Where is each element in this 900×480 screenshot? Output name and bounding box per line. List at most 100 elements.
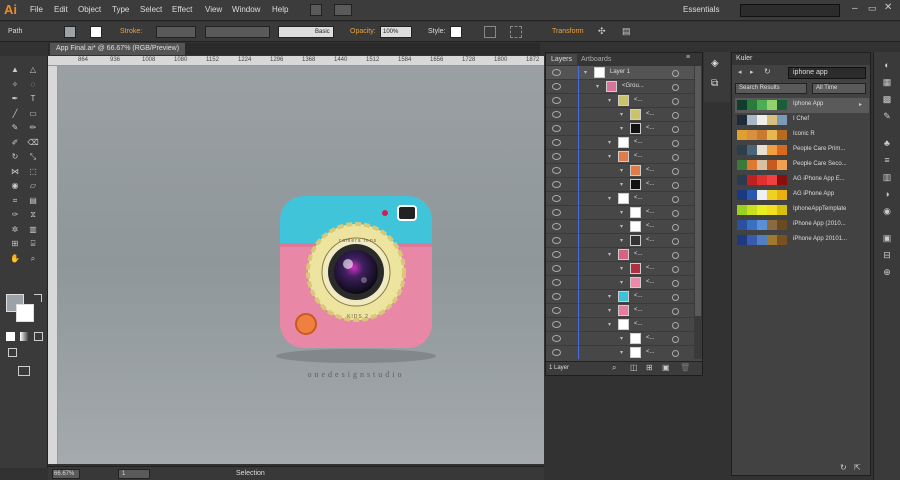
visibility-eye-icon[interactable]: [552, 97, 561, 104]
target-circle-icon[interactable]: [672, 70, 679, 77]
gradient-mode-icon[interactable]: [20, 332, 29, 341]
stroke-panel-icon[interactable]: ≡: [881, 155, 893, 165]
visibility-eye-icon[interactable]: [552, 349, 561, 356]
menu-effect[interactable]: Effect: [172, 5, 192, 14]
target-circle-icon[interactable]: [672, 168, 679, 175]
layer-row[interactable]: ▾ <...: [546, 178, 694, 192]
expand-triangle-icon[interactable]: ▾: [596, 83, 599, 90]
kuler-theme-row[interactable]: IphoneAppTemplate: [735, 203, 869, 218]
visibility-eye-icon[interactable]: [552, 237, 561, 244]
expand-triangle-icon[interactable]: ▾: [608, 251, 611, 258]
layer-row[interactable]: ▾ Layer 1: [546, 66, 694, 80]
menu-window[interactable]: Window: [232, 5, 260, 14]
layer-row[interactable]: ▾ <...: [546, 164, 694, 178]
target-circle-icon[interactable]: [672, 294, 679, 301]
color-panel-icon[interactable]: ◐: [881, 60, 893, 70]
visibility-eye-icon[interactable]: [552, 125, 561, 132]
slice-tool-icon[interactable]: ⌸: [26, 238, 40, 249]
rotate-tool-icon[interactable]: ↻: [8, 151, 22, 162]
expand-triangle-icon[interactable]: ▾: [620, 167, 623, 174]
mesh-tool-icon[interactable]: ⌗: [8, 195, 22, 206]
color-guide-icon[interactable]: ▦: [881, 77, 893, 87]
pathfinder-icon[interactable]: ⊕: [881, 267, 893, 277]
forward-icon[interactable]: ▸: [750, 68, 754, 76]
target-circle-icon[interactable]: [672, 350, 679, 357]
expand-triangle-icon[interactable]: ▾: [620, 237, 623, 244]
target-circle-icon[interactable]: [672, 280, 679, 287]
workspace-switcher[interactable]: Essentials: [683, 5, 719, 14]
zoom-select[interactable]: 66.67%: [52, 469, 80, 479]
kuler-time-select[interactable]: All Time: [812, 83, 866, 94]
rectangle-tool-icon[interactable]: ▭: [26, 108, 40, 119]
expand-triangle-icon[interactable]: ▾: [608, 153, 611, 160]
zoom-tool-icon[interactable]: ⌕: [26, 253, 40, 264]
kuler-theme-row[interactable]: iPhone App (2010...: [735, 218, 869, 233]
layer-row[interactable]: ▾ <...: [546, 94, 694, 108]
target-circle-icon[interactable]: [672, 140, 679, 147]
target-circle-icon[interactable]: [672, 308, 679, 315]
hand-tool-icon[interactable]: ✋: [8, 253, 22, 264]
layer-row[interactable]: ▾ <...: [546, 248, 694, 262]
target-circle-icon[interactable]: [672, 98, 679, 105]
expand-triangle-icon[interactable]: ▾: [620, 335, 623, 342]
swatches-icon[interactable]: ▩: [881, 94, 893, 104]
brushes-icon[interactable]: ✎: [881, 111, 893, 121]
draw-mode-icon[interactable]: [8, 348, 17, 357]
perspective-tool-icon[interactable]: ▱: [26, 180, 40, 191]
expand-triangle-icon[interactable]: ▾: [620, 125, 623, 132]
search-input[interactable]: [740, 4, 840, 17]
layer-row[interactable]: ▾ <Grou...: [546, 80, 694, 94]
variable-width-profile[interactable]: [205, 26, 270, 38]
align-icon[interactable]: [510, 26, 522, 38]
layer-row[interactable]: ▾ <...: [546, 304, 694, 318]
blob-brush-tool-icon[interactable]: ✐: [8, 137, 22, 148]
refresh-icon[interactable]: ↻: [764, 67, 771, 76]
delete-layer-icon[interactable]: 🗑: [680, 363, 690, 372]
layer-row[interactable]: ▾ <...: [546, 262, 694, 276]
gradient-panel-icon[interactable]: ▥: [881, 172, 893, 182]
scale-tool-icon[interactable]: ⤡: [26, 151, 40, 162]
target-circle-icon[interactable]: [672, 252, 679, 259]
close-icon[interactable]: ✕: [884, 2, 892, 13]
artboards-icon[interactable]: ⧉: [711, 78, 718, 89]
artboard-number-input[interactable]: 1: [118, 469, 150, 479]
new-sublayer-icon[interactable]: ⊞: [646, 363, 653, 372]
menu-file[interactable]: File: [30, 5, 43, 14]
target-circle-icon[interactable]: [672, 126, 679, 133]
visibility-eye-icon[interactable]: [552, 265, 561, 272]
expand-triangle-icon[interactable]: ▾: [620, 265, 623, 272]
expand-triangle-icon[interactable]: ▾: [608, 321, 611, 328]
visibility-eye-icon[interactable]: [552, 223, 561, 230]
layer-row[interactable]: ▾ <...: [546, 136, 694, 150]
layer-row[interactable]: ▾ <...: [546, 206, 694, 220]
document-tab[interactable]: App Final.ai* @ 66.67% (RGB/Preview): [50, 43, 186, 55]
expand-triangle-icon[interactable]: ▾: [620, 223, 623, 230]
expand-triangle-icon[interactable]: ▾: [584, 69, 587, 76]
layer-row[interactable]: ▾ <...: [546, 290, 694, 304]
target-circle-icon[interactable]: [672, 224, 679, 231]
artboard-canvas[interactable]: camera lens KIDS 2 onedesignstudio: [58, 66, 544, 464]
appearance-panel-icon[interactable]: ◉: [881, 206, 893, 216]
visibility-eye-icon[interactable]: [552, 195, 561, 202]
eyedropper-tool-icon[interactable]: ✑: [8, 209, 22, 220]
stroke-weight-input[interactable]: [156, 26, 196, 38]
target-circle-icon[interactable]: [672, 112, 679, 119]
kuler-refresh-icon[interactable]: ↻: [840, 463, 847, 472]
free-transform-tool-icon[interactable]: ⬚: [26, 166, 40, 177]
recolor-artwork-icon[interactable]: [484, 26, 496, 38]
expand-triangle-icon[interactable]: ▾: [608, 307, 611, 314]
layers-icon[interactable]: ◈: [711, 58, 719, 69]
visibility-eye-icon[interactable]: [552, 111, 561, 118]
stroke-swatch[interactable]: [90, 26, 102, 38]
expand-triangle-icon[interactable]: ▾: [608, 293, 611, 300]
menu-select[interactable]: Select: [140, 5, 162, 14]
none-mode-icon[interactable]: [34, 332, 43, 341]
align-panel-icon[interactable]: ⊟: [881, 250, 893, 260]
stroke-color-swatch[interactable]: [16, 304, 34, 322]
graphic-style-swatch[interactable]: [450, 26, 462, 38]
visibility-eye-icon[interactable]: [552, 69, 561, 76]
visibility-eye-icon[interactable]: [552, 335, 561, 342]
menu-object[interactable]: Object: [78, 5, 101, 14]
menu-edit[interactable]: Edit: [54, 5, 68, 14]
scrollbar-thumb[interactable]: [695, 66, 701, 316]
